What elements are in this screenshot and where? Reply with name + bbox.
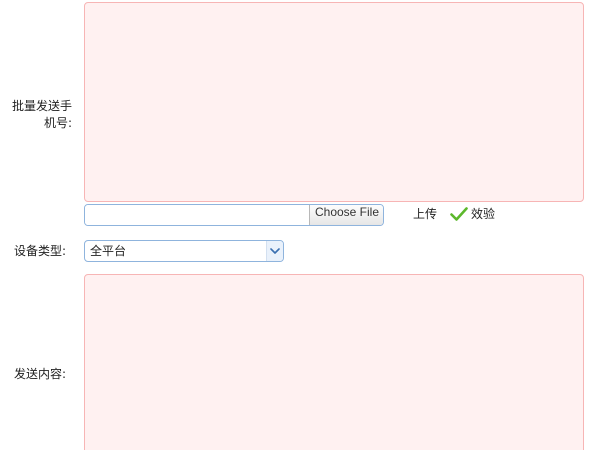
chevron-down-icon [270, 248, 280, 254]
phones-textarea[interactable] [84, 2, 584, 202]
file-name-field[interactable] [85, 205, 309, 225]
content-label: 发送内容: [13, 367, 66, 381]
device-type-label: 设备类型: [13, 244, 66, 258]
upload-button[interactable]: 上传 [413, 206, 437, 223]
choose-file-button[interactable]: Choose File [309, 205, 383, 225]
checkmark-icon [450, 207, 468, 221]
select-arrow[interactable] [266, 241, 283, 261]
device-type-value: 全平台 [90, 244, 127, 258]
sms-batch-form: 批量发送手机号: Choose File 上传 效验 设备类型: 全平台 发送内… [0, 0, 609, 450]
content-textarea[interactable] [84, 274, 584, 450]
phones-label: 批量发送手机号: [11, 99, 72, 130]
verify-label: 效验 [471, 207, 496, 221]
device-type-select[interactable]: 全平台 [84, 240, 284, 262]
file-input[interactable]: Choose File [84, 204, 384, 226]
